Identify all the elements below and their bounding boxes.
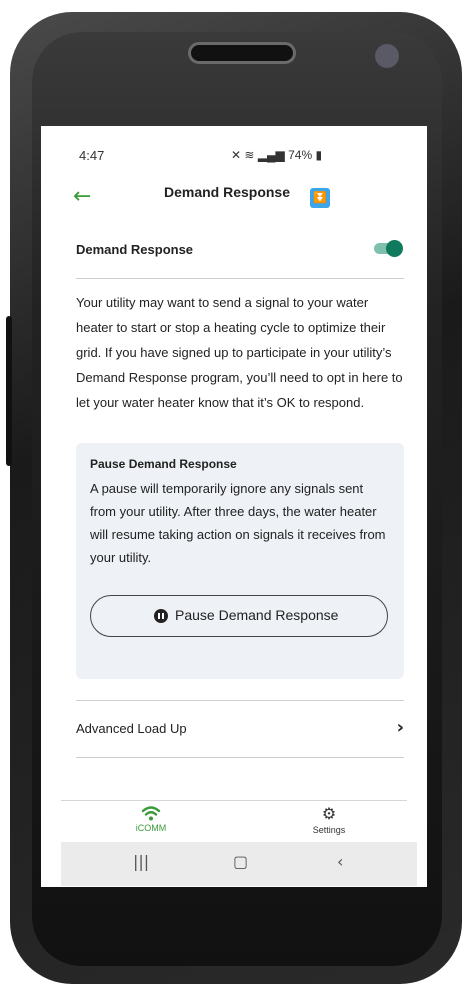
demand-response-label: Demand Response [76, 242, 194, 257]
system-nav-bar: ||| ▢ ‹ [61, 842, 417, 886]
app-screen: 4:47 ✕ ≋ ▂▄▆ 74% ▮ ← Demand Response ⏬ D… [41, 126, 427, 887]
nav-settings[interactable]: ⚙ Settings [289, 804, 369, 836]
toggle-knob [386, 240, 403, 257]
double-down-arrow-icon: ⏬ [310, 188, 330, 208]
phone-camera [375, 44, 399, 68]
demand-response-description: Your utility may want to send a signal t… [76, 295, 403, 410]
status-bar: 4:47 ✕ ≋ ▂▄▆ 74% ▮ [41, 126, 427, 184]
bottom-nav: iCOMM ⚙ Settings [61, 800, 407, 841]
gear-icon: ⚙ [321, 804, 337, 823]
advanced-load-up-label: Advanced Load Up [76, 721, 187, 736]
nav-settings-label: Settings [312, 825, 346, 835]
pause-icon [154, 609, 168, 623]
home-icon[interactable]: ▢ [233, 852, 248, 871]
pause-card-body: A pause will temporarily ignore any sign… [90, 481, 386, 565]
pause-card-title: Pause Demand Response [90, 457, 237, 471]
pause-button-label: Pause Demand Response [175, 607, 339, 623]
battery-icon: ▮ [315, 148, 323, 162]
back-nav-icon[interactable]: ‹ [337, 852, 343, 871]
advanced-load-up-row[interactable]: Advanced Load Up › [76, 700, 404, 758]
pause-demand-response-button[interactable]: Pause Demand Response [90, 595, 388, 637]
app-bar: ← Demand Response ⏬ [41, 178, 427, 218]
nav-icomm-label: iCOMM [135, 823, 167, 833]
status-icons: ✕ ≋ ▂▄▆ 74% ▮ [231, 148, 322, 162]
phone-speaker [188, 42, 296, 64]
mute-icon: ✕ [231, 148, 242, 162]
wifi-status-icon: ≋ [244, 148, 255, 162]
pause-card: Pause Demand Response A pause will tempo… [76, 443, 404, 679]
status-time: 4:47 [79, 148, 105, 163]
page-title-wrap: Demand Response [41, 184, 427, 200]
phone-side-button [6, 316, 12, 466]
demand-response-row: Demand Response [76, 238, 404, 279]
page-title: Demand Response [163, 184, 291, 200]
battery-percent: 74% [288, 148, 313, 162]
signal-icon: ▂▄▆ [257, 148, 285, 162]
demand-response-toggle[interactable] [374, 240, 403, 257]
chevron-right-icon: › [396, 717, 404, 738]
nav-icomm[interactable]: iCOMM [111, 805, 191, 833]
recents-icon[interactable]: ||| [133, 852, 149, 871]
wifi-icon [141, 806, 161, 821]
